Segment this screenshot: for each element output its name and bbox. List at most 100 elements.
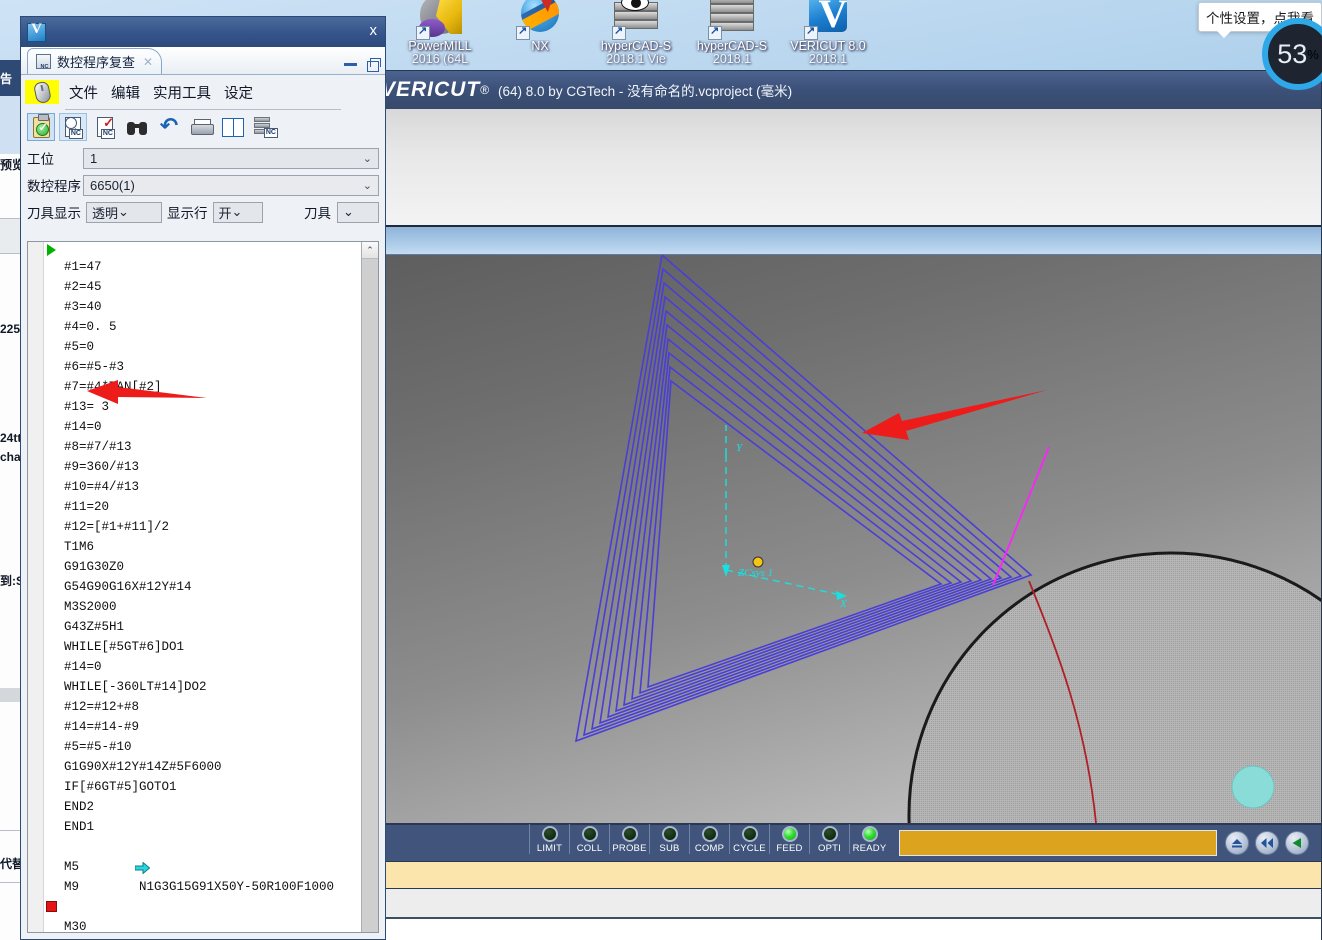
desktop-icon-hypercad[interactable]: hyperCAD-S 2018.1 xyxy=(682,0,782,66)
vericut-log-pane[interactable]: 1 xyxy=(381,919,1321,940)
code-line[interactable]: #14=#14-#9 xyxy=(44,717,361,737)
nc-vertical-scrollbar[interactable]: ⌃ xyxy=(361,242,378,932)
bg-text-fragment: 225 xyxy=(0,322,21,336)
code-line[interactable]: #1=47 xyxy=(44,257,361,277)
code-line[interactable]: END2 xyxy=(44,797,361,817)
nc-code-lines[interactable]: G80G90G49G15G0 #1=47 #2=45 #3=40 #4=0. 5… xyxy=(44,242,361,932)
simulation-progress-bar[interactable] xyxy=(899,830,1217,856)
code-line[interactable]: #12=#12+#8 xyxy=(44,697,361,717)
status-led-opti: OPTI xyxy=(809,824,849,854)
restore-icon[interactable] xyxy=(365,58,381,72)
tab-nc-program-review[interactable]: 数控程序复查 ✕ xyxy=(27,48,163,74)
print-icon[interactable] xyxy=(187,113,215,141)
nc-gutter xyxy=(28,242,44,932)
code-line[interactable]: G43Z#5H1 xyxy=(44,617,361,637)
led-indicator xyxy=(661,826,678,842)
stack-nc-icon[interactable]: NC xyxy=(251,113,279,141)
code-line[interactable]: #6=#5-#3 xyxy=(44,357,361,377)
ime-overlay: 个性设置，点我看 中 53% xyxy=(1187,0,1322,92)
code-line[interactable]: #10=#4/#13 xyxy=(44,477,361,497)
code-line[interactable]: #5=#5-#10 xyxy=(44,737,361,757)
station-select[interactable]: 1 ⌄ xyxy=(83,147,379,169)
code-line[interactable]: M9 xyxy=(44,877,361,897)
code-line-current[interactable]: N1G3G15G91X50Y-50R100F1000 xyxy=(44,837,361,894)
verify-clipboard-icon[interactable] xyxy=(27,113,55,141)
code-line[interactable]: #5=0 xyxy=(44,337,361,357)
menu-item-edit[interactable]: 编辑 xyxy=(111,82,140,103)
csys-x-label: X xyxy=(839,598,848,610)
undo-icon[interactable]: ↶ xyxy=(155,113,183,141)
code-line[interactable]: END1 xyxy=(44,817,361,837)
showline-select[interactable]: 开 ⌄ xyxy=(212,201,263,223)
tooldisplay-select[interactable]: 透明 ⌄ xyxy=(86,201,162,223)
shortcut-arrow-icon xyxy=(516,24,530,40)
program-select[interactable]: 6650(1) ⌄ xyxy=(83,174,379,196)
eject-icon[interactable] xyxy=(1225,831,1249,855)
cpu-gauge[interactable]: 53% xyxy=(1262,18,1322,90)
code-line[interactable]: #7=#4*TAN[#2] xyxy=(44,377,361,397)
desktop-icon-nx[interactable]: NX xyxy=(490,0,590,53)
rapid-move-line xyxy=(992,446,1050,586)
code-line-highlighted[interactable]: #13= 3 xyxy=(44,397,361,417)
code-line[interactable]: G80G90G49G15G0 xyxy=(44,243,361,257)
desktop-icon-hypercad-viewer[interactable]: hyperCAD-S 2018.1 Vie xyxy=(586,0,686,66)
code-line[interactable]: M5 xyxy=(44,857,361,877)
close-icon[interactable]: x xyxy=(370,22,378,39)
tab-close-icon[interactable]: ✕ xyxy=(143,55,153,69)
code-line[interactable]: #12=[#1+#11]/2 xyxy=(44,517,361,537)
code-line[interactable]: WHILE[#5GT#6]DO1 xyxy=(44,637,361,657)
led-label: SUB xyxy=(659,843,680,854)
nc-code-listing[interactable]: G80G90G49G15G0 #1=47 #2=45 #3=40 #4=0. 5… xyxy=(27,241,379,933)
viewport-graphics: Y X ZCsys 1 xyxy=(574,255,1321,823)
edit-nc-icon[interactable]: ✓ NC xyxy=(91,113,119,141)
minimize-icon[interactable] xyxy=(344,63,357,66)
bg-window-body xyxy=(0,154,22,940)
nc-menubar: 文件 编辑 实用工具 设定 xyxy=(21,75,385,109)
code-line[interactable]: IF[#6GT#5]GOTO1 xyxy=(44,777,361,797)
menu-item-file[interactable]: 文件 xyxy=(69,82,98,103)
led-indicator xyxy=(581,826,598,842)
code-text: #14=0 xyxy=(64,660,102,674)
code-line[interactable]: G1G90X#12Y#14Z#5F6000 xyxy=(44,757,361,777)
code-line[interactable]: #14=0 xyxy=(44,417,361,437)
tool-select[interactable]: ⌄ xyxy=(337,201,379,223)
code-line[interactable]: G54G90G16X#12Y#14 xyxy=(44,577,361,597)
rewind-icon[interactable] xyxy=(1255,831,1279,855)
shortcut-arrow-icon xyxy=(804,24,818,40)
play-reverse-icon[interactable] xyxy=(1285,831,1309,855)
current-line-arrow-icon xyxy=(45,841,151,875)
vericut-titlebar[interactable]: VERICUT ® (64) 8.0 by CGTech - 没有命名的.vcp… xyxy=(381,71,1321,109)
desktop-icon-vericut[interactable]: VERICUT 8.0 2018.1 xyxy=(778,0,878,66)
binoculars-icon[interactable] xyxy=(123,113,151,141)
code-line[interactable]: M3S2000 xyxy=(44,597,361,617)
vericut-3d-viewport[interactable]: Y X ZCsys 1 xyxy=(381,255,1321,823)
code-line[interactable]: #8=#7/#13 xyxy=(44,437,361,457)
vericut-logo: VERICUT xyxy=(381,78,481,101)
code-line[interactable]: G91G30Z0 xyxy=(44,897,361,917)
desktop-icon-powermill[interactable]: PowerMILL 2016 (64L xyxy=(390,0,490,66)
desktop-icon-row: PowerMILL 2016 (64L NX hyperCAD-S xyxy=(390,0,890,80)
search-nc-icon[interactable]: NC xyxy=(59,113,87,141)
vericut-statusbar: LIMIT COLL PROBE SUB COMP CYCLE FEED OPT… xyxy=(381,823,1321,861)
code-line[interactable]: #3=40 xyxy=(44,297,361,317)
code-line[interactable]: #14=0 xyxy=(44,657,361,677)
code-line[interactable]: #4=0. 5 xyxy=(44,317,361,337)
code-text: #6=#5-#3 xyxy=(64,360,125,374)
code-text: #5=0 xyxy=(64,340,95,354)
gauge-value: 53 xyxy=(1277,38,1308,69)
code-line[interactable]: #9=360/#13 xyxy=(44,457,361,477)
code-line[interactable]: #11=20 xyxy=(44,497,361,517)
split-view-icon[interactable] xyxy=(219,113,247,141)
led-label: OPTI xyxy=(818,843,841,854)
menu-item-tools[interactable]: 实用工具 xyxy=(153,82,211,103)
code-line[interactable]: WHILE[-360LT#14]DO2 xyxy=(44,677,361,697)
code-line[interactable]: T1M6 xyxy=(44,537,361,557)
code-line[interactable]: #2=45 xyxy=(44,277,361,297)
code-line[interactable]: G91G30Z0 xyxy=(44,557,361,577)
code-line[interactable]: M30 xyxy=(44,917,361,932)
background-window-sliver[interactable]: 告 预览 225 24tt cha 到:S 代替 xyxy=(0,60,22,940)
code-text: #8=#7/#13 xyxy=(64,440,132,454)
scroll-up-icon[interactable]: ⌃ xyxy=(362,242,378,259)
nc-window-titlebar[interactable]: x xyxy=(21,17,385,47)
menu-item-settings[interactable]: 设定 xyxy=(224,82,253,103)
